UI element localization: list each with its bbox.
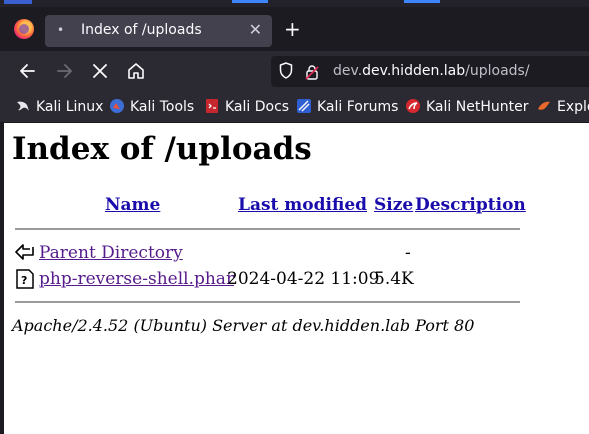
new-tab-button[interactable]: +	[284, 19, 301, 39]
stop-loading-button[interactable]	[89, 60, 111, 82]
column-size-link[interactable]: Size	[374, 195, 413, 215]
back-arrow-icon	[15, 244, 34, 260]
column-name-link[interactable]: Name	[105, 195, 160, 215]
address-bar[interactable]: dev.dev.hidden.lab/uploads/	[271, 56, 589, 87]
page-content: Index of /uploads Name Last modified Siz…	[4, 123, 589, 434]
row-size: -	[405, 243, 411, 263]
svg-text:?: ?	[21, 274, 27, 287]
url-text[interactable]: dev.dev.hidden.lab/uploads/	[333, 63, 530, 79]
arrow-right-icon	[57, 64, 72, 78]
kali-docs-icon	[206, 99, 218, 113]
tracking-shield-icon[interactable]	[279, 62, 293, 79]
bookmark-kali-nethunter[interactable]: Kali NetHunter	[405, 98, 528, 115]
exploit-db-icon	[538, 101, 550, 110]
parent-directory-link[interactable]: Parent Directory	[39, 243, 183, 263]
bookmark-kali-linux[interactable]: Kali Linux	[15, 98, 103, 115]
close-tab-icon[interactable]: ✕	[249, 20, 262, 39]
row-last-modified: 2024-04-22 11:09	[227, 269, 380, 289]
page-title: Index of /uploads	[12, 131, 312, 167]
stop-x-icon	[93, 64, 107, 78]
file-link[interactable]: php-reverse-shell.phar	[39, 269, 234, 289]
bookmark-exploit-db[interactable]: Explo	[536, 98, 589, 115]
home-icon	[128, 63, 144, 79]
kali-tools-icon	[110, 99, 124, 113]
bookmark-kali-forums[interactable]: Kali Forums	[296, 98, 398, 115]
bookmark-label: Kali Linux	[36, 99, 104, 115]
divider	[15, 301, 520, 303]
back-button[interactable]	[17, 60, 39, 82]
bookmark-kali-docs[interactable]: Kali Docs	[204, 98, 289, 115]
navigation-toolbar: dev.dev.hidden.lab/uploads/	[0, 51, 589, 92]
row-size: 5.4K	[374, 269, 414, 289]
home-button[interactable]	[125, 60, 147, 82]
column-last-modified-link[interactable]: Last modified	[238, 195, 367, 215]
bookmark-label: Kali Forums	[317, 99, 399, 115]
server-signature: Apache/2.4.52 (Ubuntu) Server at dev.hid…	[12, 316, 475, 335]
bookmark-label: Kali Docs	[225, 99, 290, 115]
kali-nethunter-icon	[406, 99, 420, 113]
tab-title: Index of /uploads	[81, 22, 202, 38]
tab-strip: • Index of /uploads ✕ +	[0, 7, 589, 51]
divider	[15, 228, 520, 230]
kali-dragon-icon	[17, 101, 29, 111]
url-host: dev.hidden.lab	[362, 63, 466, 79]
forward-button[interactable]	[53, 60, 75, 82]
firefox-icon[interactable]	[14, 19, 34, 39]
bookmark-label: Explo	[557, 99, 589, 115]
kali-forums-icon	[297, 99, 311, 113]
unknown-file-icon: ?	[16, 269, 34, 289]
insecure-lock-icon[interactable]	[305, 64, 319, 80]
tab-active[interactable]: • Index of /uploads ✕	[45, 15, 272, 47]
url-path: /uploads/	[465, 63, 530, 79]
loading-dot-icon: •	[57, 23, 65, 37]
bookmark-label: Kali Tools	[130, 99, 195, 115]
column-description-link[interactable]: Description	[415, 195, 526, 215]
bookmarks-toolbar: Kali Linux Kali Tools Kali Docs Kali For…	[0, 92, 589, 123]
bookmark-label: Kali NetHunter	[426, 99, 529, 115]
bookmark-kali-tools[interactable]: Kali Tools	[109, 98, 194, 115]
desktop-taskbar	[0, 0, 589, 7]
arrow-left-icon	[20, 64, 35, 78]
